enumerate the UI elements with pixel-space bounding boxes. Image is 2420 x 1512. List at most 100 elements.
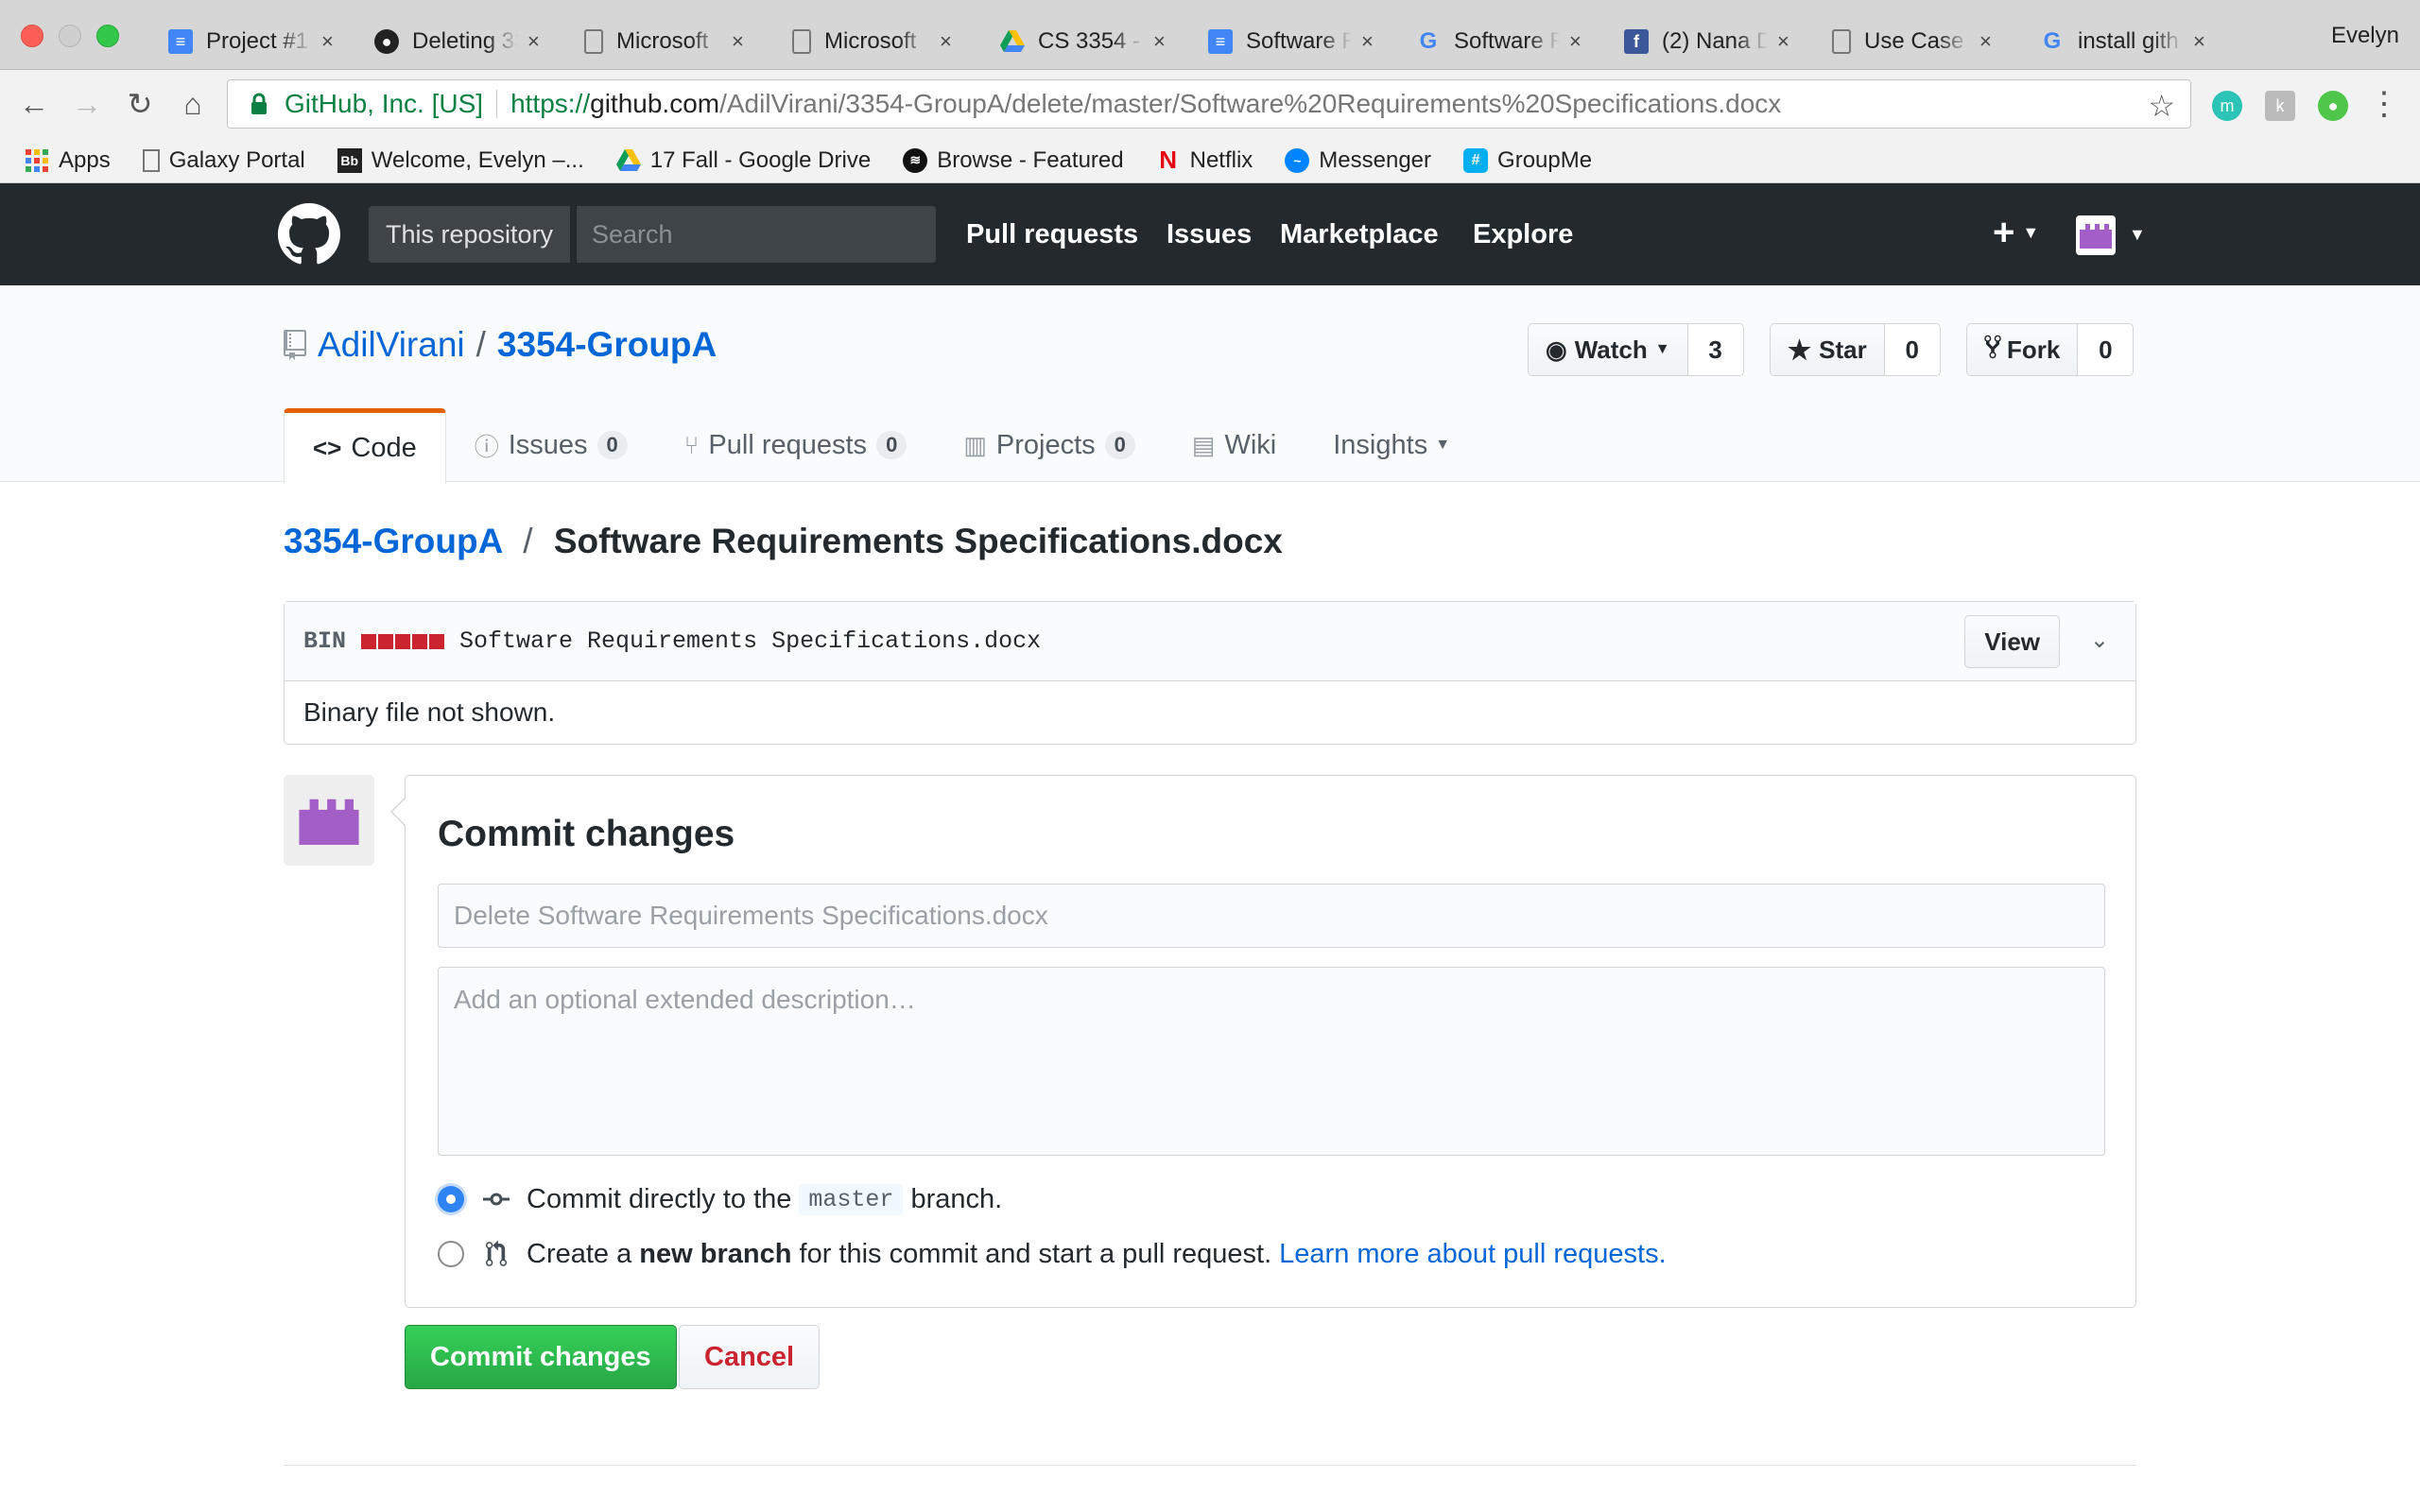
commit-description-textarea[interactable] [438, 967, 2105, 1156]
tab-pull-requests[interactable]: ⑂ Pull requests 0 [656, 406, 936, 484]
tab-title: Microsoft [824, 28, 917, 54]
nav-explore[interactable]: Explore [1473, 206, 1573, 263]
bookmark-spotify[interactable]: ≋ Browse - Featured [903, 146, 1124, 174]
close-window-button[interactable] [21, 25, 43, 47]
bookmark-google-drive[interactable]: 17 Fall - Google Drive [615, 147, 871, 174]
home-icon[interactable]: ⌂ [172, 83, 214, 125]
nav-pull-requests[interactable]: Pull requests [966, 206, 1138, 263]
bookmark-apps[interactable]: Apps [25, 147, 111, 174]
bookmark-netflix[interactable]: N Netflix [1156, 146, 1253, 174]
cancel-button[interactable]: Cancel [679, 1325, 821, 1389]
forward-arrow-icon[interactable]: → [66, 83, 108, 125]
close-tab-icon[interactable]: × [732, 29, 744, 54]
facebook-icon: f [1624, 29, 1649, 54]
evernote-extension-icon[interactable]: ● [2318, 91, 2348, 121]
github-logo-icon[interactable] [278, 203, 340, 266]
bookmark-blackboard[interactable]: Bb Welcome, Evelyn –... [337, 147, 584, 174]
plus-icon: + [1993, 212, 2015, 253]
browser-tab[interactable]: Use Case × [1806, 13, 2021, 70]
fork-count[interactable]: 0 [2078, 324, 2134, 375]
view-file-button[interactable]: View [1964, 615, 2060, 668]
user-avatar[interactable] [2076, 215, 2116, 255]
chevron-down-icon[interactable]: ⌄ [2090, 627, 2109, 654]
reload-icon[interactable]: ↻ [119, 83, 161, 125]
browser-tab[interactable]: G Software R × [1390, 13, 1605, 70]
close-tab-icon[interactable]: × [1777, 29, 1789, 54]
avatar-caret-icon[interactable]: ▼ [2129, 225, 2146, 245]
close-tab-icon[interactable]: × [527, 29, 540, 54]
learn-more-pull-requests-link[interactable]: Learn more about pull requests. [1279, 1239, 1666, 1270]
close-tab-icon[interactable]: × [1361, 29, 1374, 54]
tab-code[interactable]: <> Code [284, 408, 446, 484]
close-tab-icon[interactable]: × [1979, 29, 1992, 54]
search-scope-label[interactable]: This repository [369, 206, 572, 263]
tab-title: Software R [1454, 28, 1560, 54]
breadcrumb-repo-link[interactable]: 3354-GroupA [284, 522, 502, 560]
close-tab-icon[interactable]: × [940, 29, 952, 54]
tab-wiki[interactable]: ▤ Wiki [1164, 406, 1305, 484]
repo-nav-tabs: <> Code ⓘ Issues 0 ⑂ Pull requests 0 ▥ P… [284, 406, 1478, 484]
new-tab-button[interactable] [2242, 13, 2308, 70]
tab-title: Software R [1246, 28, 1352, 54]
option-text: branch. [910, 1183, 1003, 1214]
close-tab-icon[interactable]: × [1153, 29, 1166, 54]
star-button[interactable]: ★ Star [1771, 324, 1885, 375]
browser-tab[interactable]: ≡ Software R × [1182, 13, 1397, 70]
fork-button[interactable]: Fork [1967, 324, 2079, 375]
bookmarks-bar: Apps Galaxy Portal Bb Welcome, Evelyn –.… [0, 138, 2420, 183]
messenger-icon: ~ [1285, 147, 1310, 173]
maximize-window-button[interactable] [96, 25, 119, 47]
minimize-window-button[interactable] [59, 25, 81, 47]
binary-badge: BIN [303, 627, 347, 655]
browser-tab[interactable]: CS 3354 - × [974, 13, 1189, 70]
option-text: for this commit and start a pull request… [799, 1238, 1272, 1269]
tab-label: Projects [995, 429, 1096, 460]
mendeley-extension-icon[interactable]: m [2212, 91, 2242, 121]
chrome-menu-icon[interactable]: ⋮ [2363, 83, 2405, 125]
browser-tab-active[interactable]: ● Deleting 3354 × [348, 13, 567, 70]
watch-count[interactable]: 3 [1687, 324, 1743, 375]
bookmark-star-icon[interactable]: ☆ [2148, 88, 2175, 124]
bookmark-messenger[interactable]: ~ Messenger [1285, 147, 1431, 174]
close-tab-icon[interactable]: × [1569, 29, 1582, 54]
profile-name[interactable]: Evelyn [2331, 23, 2399, 49]
close-tab-icon[interactable]: × [2193, 29, 2205, 54]
star-button-group: ★ Star 0 [1770, 323, 1941, 376]
browser-tab[interactable]: Microsoft × [558, 13, 773, 70]
commit-summary-input[interactable] [438, 884, 2105, 948]
extension-icon[interactable]: k [2265, 91, 2295, 121]
bookmark-label: Browse - Featured [937, 146, 1124, 173]
pull-requests-counter: 0 [876, 431, 908, 459]
tab-issues[interactable]: ⓘ Issues 0 [446, 406, 656, 484]
repo-owner-link[interactable]: AdilVirani [318, 325, 465, 365]
browser-tab[interactable]: ≡ Project #1 × [142, 13, 357, 70]
watch-button[interactable]: ◉ Watch ▼ [1529, 324, 1688, 375]
create-new-button[interactable]: + ▼ [1993, 212, 2039, 254]
search-input[interactable] [577, 206, 936, 263]
repo-name-link[interactable]: 3354-GroupA [497, 325, 717, 365]
nav-issues[interactable]: Issues [1167, 206, 1252, 263]
new-branch-radio[interactable] [438, 1241, 464, 1267]
commit-direct-radio[interactable] [438, 1186, 464, 1212]
breadcrumb-separator: / [523, 522, 533, 560]
browser-tab[interactable]: G install gith × [2014, 13, 2229, 70]
address-bar[interactable]: GitHub, Inc. [US] https:// github.com /A… [227, 79, 2191, 129]
browser-tab[interactable]: f (2) Nana D × [1598, 13, 1813, 70]
new-branch-option[interactable]: Create a new branch for this commit and … [438, 1235, 1667, 1273]
back-arrow-icon[interactable]: ← [13, 83, 55, 125]
browser-tab[interactable]: Microsoft × [766, 13, 981, 70]
tab-projects[interactable]: ▥ Projects 0 [935, 406, 1164, 484]
browser-tab-strip: ≡ Project #1 × ● Deleting 3354 × Microso… [0, 0, 2420, 70]
bookmark-label: Welcome, Evelyn –... [371, 146, 584, 173]
close-tab-icon[interactable]: × [321, 29, 334, 54]
bookmark-groupme[interactable]: # GroupMe [1463, 147, 1592, 174]
commit-changes-button[interactable]: Commit changes [405, 1325, 677, 1389]
tab-insights[interactable]: Insights ▼ [1305, 406, 1478, 484]
bookmark-galaxy-portal[interactable]: Galaxy Portal [142, 147, 305, 174]
nav-marketplace[interactable]: Marketplace [1280, 206, 1439, 263]
url-host: github.com [590, 89, 720, 118]
caret-down-icon: ▼ [1654, 341, 1670, 357]
apps-grid-icon [25, 148, 49, 173]
star-count[interactable]: 0 [1884, 324, 1940, 375]
commit-direct-option[interactable]: Commit directly to the master branch. [438, 1180, 1002, 1218]
